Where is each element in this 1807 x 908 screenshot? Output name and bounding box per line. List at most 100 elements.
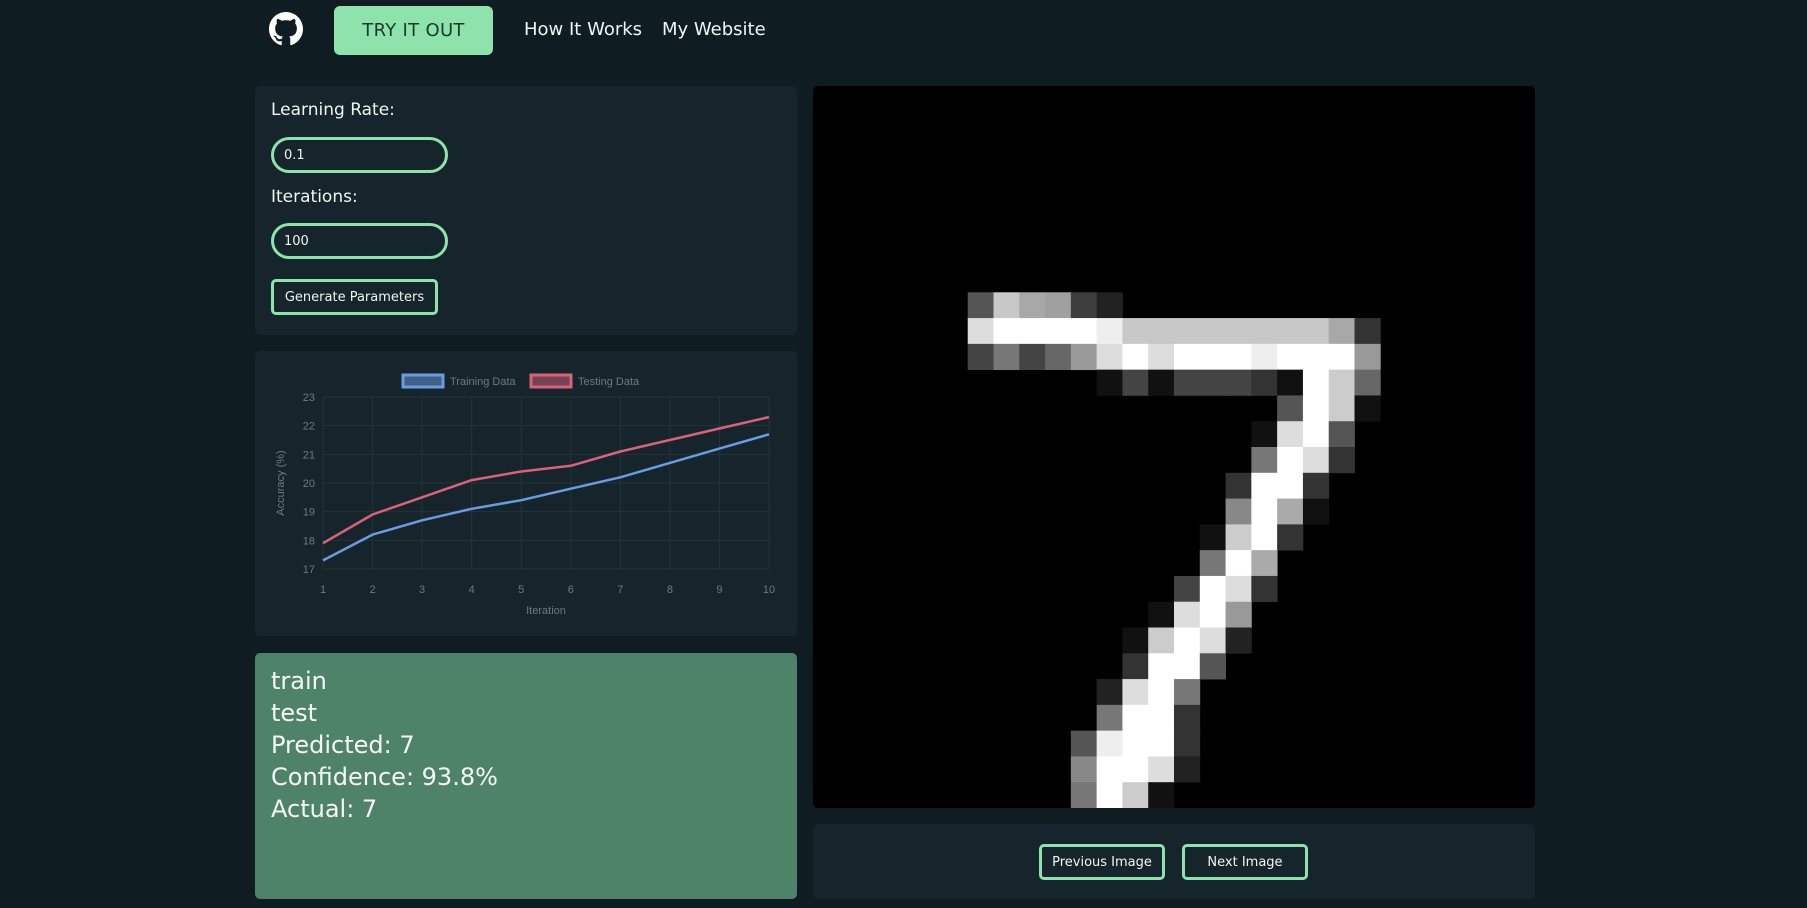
digit-pixel [1199, 653, 1226, 680]
x-tick-label: 2 [369, 584, 375, 596]
digit-pixel [1277, 369, 1304, 396]
digit-pixel [1174, 730, 1201, 757]
digit-pixel [1096, 318, 1123, 345]
digit-pixel [1070, 756, 1098, 783]
digit-pixel [1122, 756, 1149, 783]
legend-label: Training Data [450, 376, 517, 388]
digit-pixel [1070, 318, 1098, 345]
iterations-label: Iterations: [271, 187, 358, 207]
digit-pixel [1225, 498, 1252, 525]
digit-pixel [1070, 343, 1098, 371]
github-icon[interactable] [269, 12, 303, 46]
actual-value: Actual: 7 [271, 795, 378, 823]
digit-pixel [1251, 369, 1278, 396]
confidence-value: Confidence: 93.8% [271, 763, 498, 791]
digit-pixel [1251, 421, 1278, 448]
digit-pixel [967, 318, 994, 345]
digit-pixel [1277, 318, 1304, 345]
digit-pixel [1122, 343, 1149, 371]
result-panel: train test Predicted: 7 Confidence: 93.8… [255, 653, 797, 899]
digit-pixel [1277, 395, 1304, 422]
digit-pixel [1122, 704, 1149, 732]
digit-pixel [1354, 369, 1381, 396]
digit-pixel [1148, 653, 1175, 680]
y-tick-label: 19 [303, 507, 315, 519]
digit-pixel [993, 343, 1020, 371]
x-tick-label: 6 [568, 584, 574, 596]
digit-pixel [1148, 601, 1175, 628]
digit-pixel [1045, 318, 1072, 345]
digit-pixel [1096, 343, 1123, 371]
x-tick-label: 9 [716, 584, 722, 596]
digit-pixel [1302, 395, 1330, 422]
digit-pixel [1302, 447, 1330, 474]
digit-pixel [1096, 704, 1123, 732]
next-image-button[interactable]: Next Image [1182, 844, 1308, 880]
legend-label: Testing Data [578, 376, 640, 388]
digit-pixel [1199, 318, 1226, 345]
digit-pixel [1174, 575, 1201, 603]
previous-image-button[interactable]: Previous Image [1039, 844, 1165, 880]
predicted-value: Predicted: 7 [271, 731, 415, 759]
digit-pixel [1225, 550, 1252, 577]
digit-pixel [1354, 395, 1381, 422]
digit-pixel [993, 292, 1020, 319]
digit-image [967, 292, 1381, 809]
digit-pixel [1328, 421, 1355, 448]
digit-pixel [1302, 498, 1330, 525]
digit-pixel [1251, 472, 1278, 499]
image-navigation-panel: Previous Image Next Image [813, 824, 1535, 899]
digit-pixel [1251, 447, 1278, 474]
x-tick-label: 5 [518, 584, 524, 596]
digit-pixel [1174, 627, 1201, 654]
digit-pixel [1019, 343, 1046, 371]
digit-pixel [1096, 369, 1123, 396]
digit-pixel [1199, 524, 1226, 551]
digit-pixel [1174, 601, 1201, 628]
digit-pixel [1328, 318, 1355, 345]
digit-pixel [1302, 421, 1330, 448]
try-it-out-button[interactable]: TRY IT OUT [334, 6, 493, 55]
digit-pixel [1148, 369, 1175, 396]
digit-pixel [1122, 679, 1149, 706]
my-website-link[interactable]: My Website [662, 19, 766, 40]
y-tick-label: 20 [303, 478, 315, 490]
digit-pixel [1302, 318, 1330, 345]
digit-pixel [1199, 601, 1226, 628]
digit-pixel [1122, 318, 1149, 345]
digit-pixel [1328, 395, 1355, 422]
digit-pixel [1148, 679, 1175, 706]
digit-pixel [967, 292, 994, 319]
digit-pixel [1225, 343, 1252, 371]
digit-pixel [1302, 472, 1330, 499]
digit-pixel [1148, 782, 1175, 809]
digit-pixel [1096, 679, 1123, 706]
digit-pixel [1251, 498, 1278, 525]
digit-pixel [1199, 550, 1226, 577]
digit-pixel [1148, 704, 1175, 732]
digit-pixel [1277, 472, 1304, 499]
digit-pixel [1277, 343, 1304, 371]
digit-pixel [1045, 292, 1072, 319]
digit-pixel [1122, 627, 1149, 654]
y-axis-label: Accuracy (%) [275, 450, 287, 515]
x-tick-label: 4 [469, 584, 475, 596]
digit-pixel [1251, 318, 1278, 345]
digit-pixel [1199, 575, 1226, 603]
learning-rate-label: Learning Rate: [271, 100, 395, 120]
generate-parameters-button[interactable]: Generate Parameters [271, 279, 438, 315]
digit-pixel [1199, 369, 1226, 396]
digit-pixel [1174, 343, 1201, 371]
learning-rate-input[interactable] [271, 137, 448, 173]
digit-pixel [1148, 627, 1175, 654]
iterations-input[interactable] [271, 223, 448, 259]
series-line-training [322, 433, 770, 562]
y-tick-label: 17 [303, 564, 315, 576]
digit-pixel [1019, 292, 1046, 319]
digit-pixel [1148, 318, 1175, 345]
how-it-works-link[interactable]: How It Works [524, 19, 642, 40]
digit-image-panel [813, 86, 1535, 809]
x-tick-label: 7 [617, 584, 623, 596]
digit-pixel [1225, 318, 1252, 345]
y-tick-label: 21 [303, 449, 315, 461]
